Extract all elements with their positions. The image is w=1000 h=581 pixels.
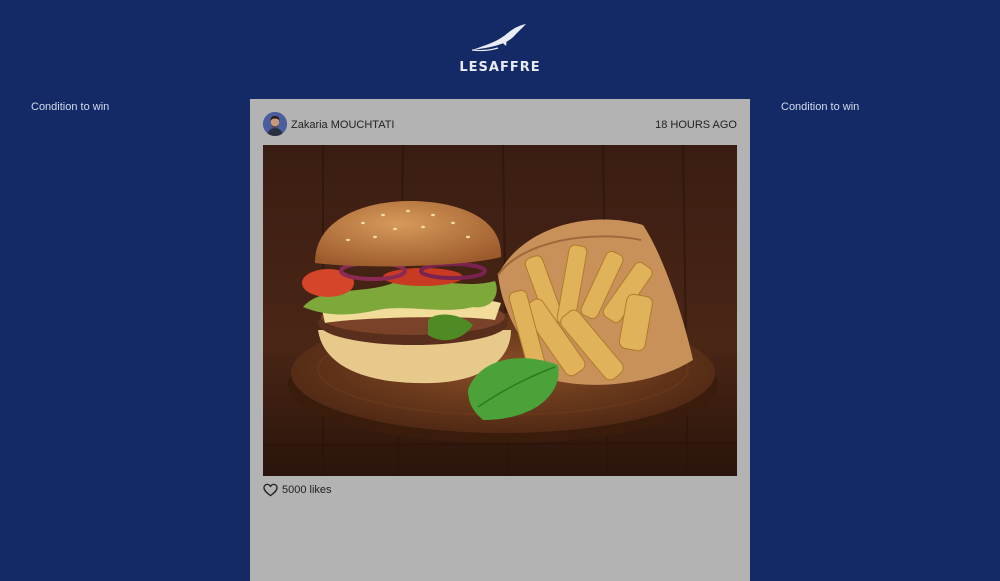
post-header: Zakaria MOUCHTATI 18 HOURS AGO	[263, 112, 737, 138]
post-timestamp: 18 HOURS AGO	[655, 119, 737, 131]
post-card: Zakaria MOUCHTATI 18 HOURS AGO 5000 like…	[250, 99, 750, 581]
swallow-bird-icon	[471, 24, 526, 52]
brand-name: LESAFFRE	[459, 60, 541, 75]
condition-to-win-right[interactable]: Condition to win	[781, 101, 859, 113]
condition-to-win-left[interactable]: Condition to win	[31, 101, 109, 113]
burger-and-fries-photo	[263, 145, 737, 476]
likes-row: 5000 likes	[263, 482, 332, 498]
user-portrait-icon	[263, 112, 287, 136]
brand-logo[interactable]: LESAFFRE	[450, 22, 550, 78]
heart-icon[interactable]	[263, 483, 278, 497]
likes-count: 5000 likes	[282, 484, 332, 496]
avatar[interactable]	[263, 112, 287, 136]
author-name[interactable]: Zakaria MOUCHTATI	[291, 119, 395, 131]
